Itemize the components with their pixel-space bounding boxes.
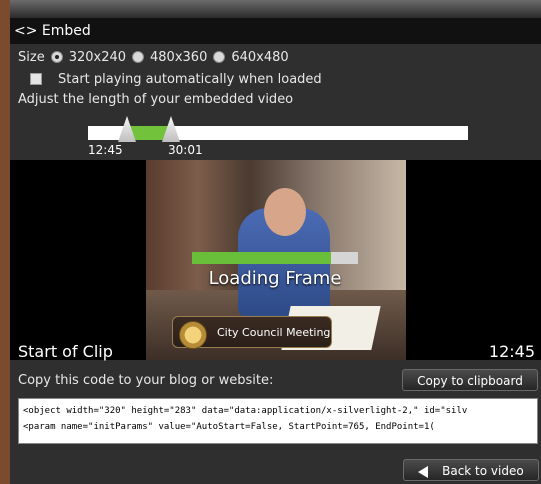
- embed-code-line-2: <param name="initParams" value="AutoStar…: [23, 422, 435, 432]
- embed-code-line-1: <object width="320" height="283" data="d…: [23, 406, 468, 416]
- autoplay-row: Start playing automatically when loaded: [30, 70, 322, 88]
- size-option-320x240[interactable]: 320x240: [69, 50, 126, 65]
- meeting-badge: City Council Meeting: [172, 316, 332, 349]
- top-gradient-bar: [10, 0, 541, 18]
- size-option-640x480[interactable]: 640x480: [231, 50, 288, 65]
- trim-start-time: 12:45: [88, 143, 123, 157]
- video-player[interactable]: Loading Frame City Council Meeting Start…: [10, 160, 541, 361]
- trim-label: Adjust the length of your embedded video: [18, 92, 294, 107]
- start-of-clip-label: Start of Clip: [18, 342, 113, 361]
- size-options: Size 320x240 480x360 640x480: [18, 48, 289, 66]
- back-to-video-button[interactable]: Back to video: [403, 459, 539, 481]
- loading-bar: [192, 252, 358, 264]
- trim-end-time: 30:01: [168, 143, 203, 157]
- copy-code-label: Copy this code to your blog or website:: [18, 373, 274, 388]
- loading-bar-fill: [192, 252, 332, 264]
- city-seal-icon: [179, 321, 207, 349]
- embed-code-box[interactable]: <object width="320" height="283" data="d…: [18, 398, 538, 444]
- person-head: [264, 188, 306, 236]
- radio-320x240[interactable]: [50, 51, 63, 63]
- autoplay-label[interactable]: Start playing automatically when loaded: [58, 72, 322, 87]
- clip-time: 12:45: [488, 342, 535, 361]
- loading-text: Loading Frame: [208, 268, 342, 289]
- autoplay-checkbox[interactable]: [30, 73, 42, 85]
- size-option-480x360[interactable]: 480x360: [150, 50, 207, 65]
- back-arrow-icon: [418, 465, 429, 478]
- radio-640x480[interactable]: [213, 51, 226, 63]
- size-label: Size: [18, 49, 45, 65]
- radio-480x360[interactable]: [132, 51, 145, 63]
- trim-slider-track[interactable]: [88, 116, 468, 142]
- back-to-video-label: Back to video: [442, 464, 524, 478]
- meeting-badge-text: City Council Meeting: [217, 326, 331, 339]
- embed-header: <> Embed: [10, 18, 541, 44]
- embed-title: <> Embed: [14, 23, 91, 39]
- copy-to-clipboard-button[interactable]: Copy to clipboard: [402, 369, 538, 391]
- video-frame: Loading Frame City Council Meeting: [146, 160, 406, 360]
